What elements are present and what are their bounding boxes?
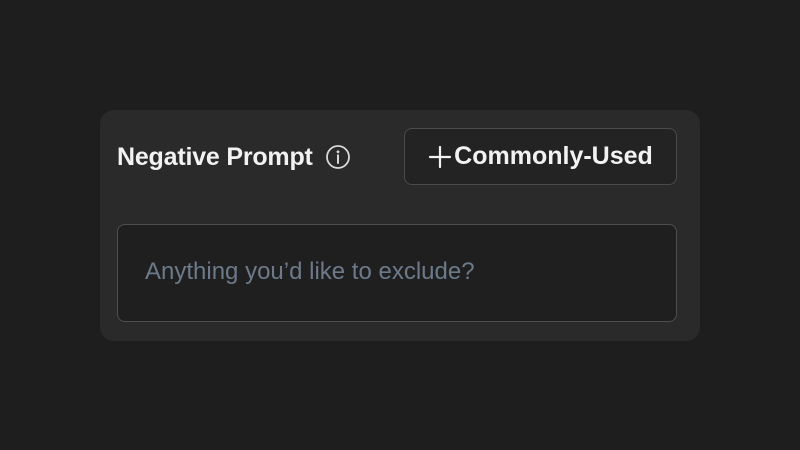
- negative-prompt-input[interactable]: [118, 225, 676, 321]
- negative-prompt-panel: Negative Prompt Commonly-Used: [100, 110, 700, 341]
- negative-prompt-title: Negative Prompt: [117, 142, 313, 171]
- plus-icon: [428, 145, 452, 169]
- commonly-used-label: Commonly-Used: [454, 142, 653, 170]
- negative-prompt-title-row: Negative Prompt: [117, 141, 351, 173]
- commonly-used-button[interactable]: Commonly-Used: [404, 128, 677, 185]
- info-circle-icon[interactable]: [325, 144, 351, 170]
- negative-prompt-header: Negative Prompt Commonly-Used: [100, 110, 700, 206]
- negative-prompt-input-container: [117, 224, 677, 322]
